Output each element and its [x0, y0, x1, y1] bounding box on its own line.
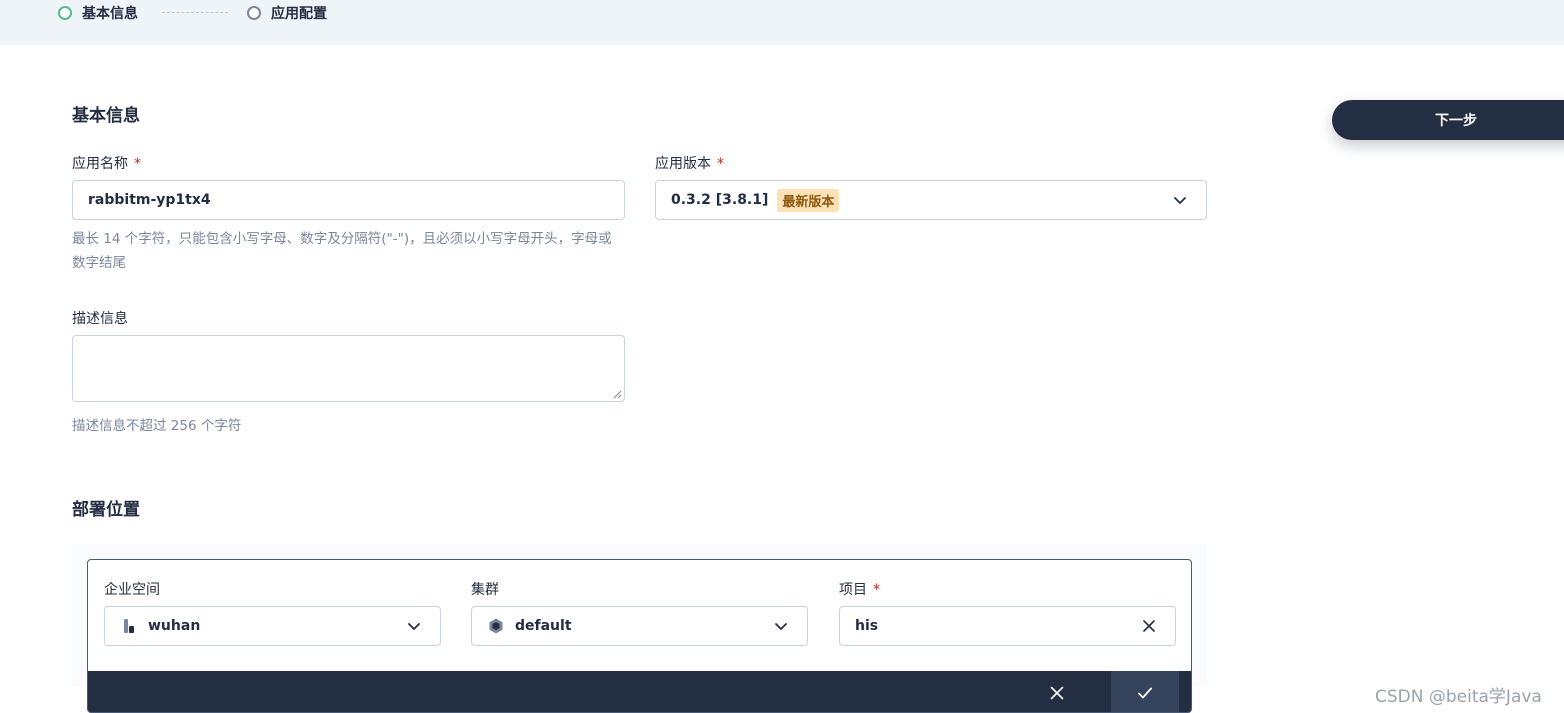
step-app-config[interactable]: 应用配置	[247, 4, 327, 22]
step-pending-icon	[247, 6, 261, 20]
project-value: his	[855, 618, 879, 634]
step-bar: 基本信息 应用配置	[0, 0, 1564, 45]
check-icon	[1138, 687, 1152, 698]
next-step-button[interactable]: 下一步	[1332, 100, 1564, 140]
app-version-select[interactable]: 0.3.2 [3.8.1] 最新版本	[655, 180, 1207, 220]
app-version-value: 0.3.2 [3.8.1]	[671, 192, 769, 208]
chevron-down-icon	[408, 623, 420, 630]
watermark: CSDN @beita学Java	[1375, 687, 1542, 707]
required-mark: *	[717, 156, 724, 172]
required-mark: *	[873, 582, 880, 598]
project-select[interactable]: his	[839, 606, 1176, 646]
step-connector	[162, 12, 228, 13]
description-label: 描述信息	[72, 311, 128, 327]
step-label: 应用配置	[271, 6, 327, 22]
workspace-label: 企业空间	[104, 582, 160, 598]
step-basic-info[interactable]: 基本信息	[58, 4, 138, 22]
cluster-select[interactable]: default	[471, 606, 808, 646]
resize-grip-icon[interactable]	[613, 390, 622, 399]
chevron-down-icon	[1174, 197, 1186, 204]
app-name-hint: 最长 14 个字符，只能包含小写字母、数字及分隔符("-")，且必须以小写字母开…	[72, 231, 612, 271]
placement-editor-footer	[88, 671, 1191, 712]
next-step-label: 下一步	[1435, 113, 1477, 129]
basic-info-title: 基本信息	[72, 106, 140, 126]
cluster-icon	[489, 618, 503, 634]
chevron-down-icon	[775, 623, 787, 630]
workspace-icon	[124, 619, 134, 633]
app-version-label: 应用版本 *	[655, 156, 724, 172]
cluster-value: default	[515, 618, 572, 634]
description-hint: 描述信息不超过 256 个字符	[72, 418, 242, 434]
project-label: 项目 *	[839, 582, 880, 598]
cluster-label: 集群	[471, 582, 499, 598]
step-active-icon	[58, 6, 72, 20]
placement-title: 部署位置	[72, 500, 140, 520]
workspace-select[interactable]: wuhan	[104, 606, 441, 646]
close-icon	[1050, 686, 1064, 699]
workspace-value: wuhan	[148, 618, 201, 634]
confirm-button[interactable]	[1111, 671, 1179, 712]
cancel-button[interactable]	[1023, 671, 1091, 712]
required-mark: *	[134, 156, 141, 172]
app-name-value: rabbitm-yp1tx4	[88, 192, 211, 208]
description-textarea[interactable]	[72, 335, 625, 402]
latest-version-badge: 最新版本	[777, 188, 840, 212]
app-name-input[interactable]: rabbitm-yp1tx4	[72, 180, 625, 220]
app-name-label: 应用名称 *	[72, 156, 141, 172]
placement-editor: 企业空间 wuhan 集群 default 项目 * his	[87, 559, 1192, 713]
clear-icon[interactable]	[1141, 618, 1157, 634]
step-label: 基本信息	[82, 6, 138, 22]
